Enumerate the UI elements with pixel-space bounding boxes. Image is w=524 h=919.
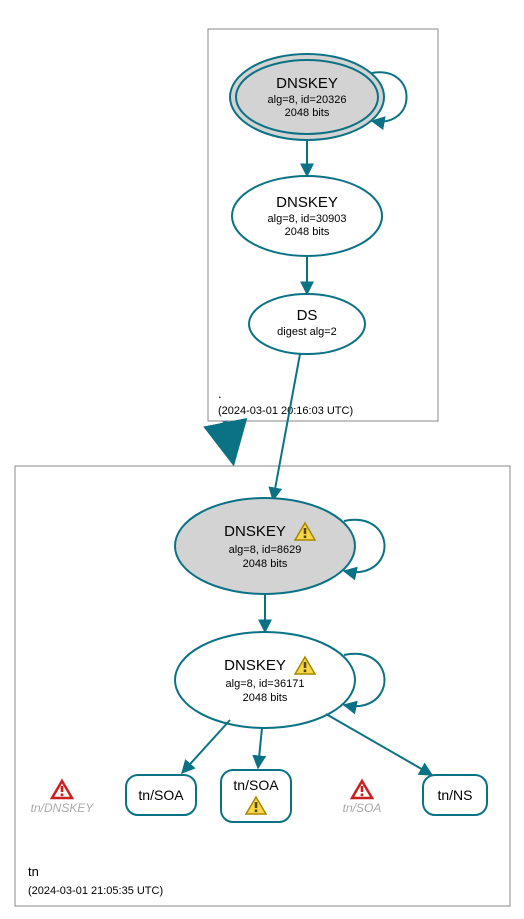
node-tn-soa-1: tn/SOA [126, 775, 196, 815]
node-root-ksk-line2: alg=8, id=20326 [268, 94, 347, 106]
node-root-ds-line2: digest alg=2 [277, 326, 337, 338]
warning-tn-soa: tn/SOA [343, 781, 382, 815]
node-root-ksk: DNSKEY alg=8, id=20326 2048 bits [230, 54, 384, 140]
node-tn-ns-title: tn/NS [437, 787, 472, 803]
warning-tn-soa-label: tn/SOA [343, 801, 382, 815]
node-tn-ksk-line3: 2048 bits [243, 558, 288, 570]
warning-icon [352, 781, 372, 798]
node-root-ksk-line3: 2048 bits [285, 107, 330, 119]
zone-tn-timestamp: (2024-03-01 21:05:35 UTC) [28, 885, 163, 897]
node-tn-soa-2: tn/SOA [221, 770, 291, 822]
edge-tn-zsk-to-soa1 [182, 720, 230, 773]
node-tn-zsk-title: DNSKEY [224, 657, 286, 674]
node-tn-ksk-title: DNSKEY [224, 523, 286, 540]
node-tn-zsk-line3: 2048 bits [243, 692, 288, 704]
node-tn-zsk-line2: alg=8, id=36171 [226, 678, 305, 690]
zone-tn-label: tn [28, 864, 39, 879]
warning-icon [52, 781, 72, 798]
node-root-ksk-title: DNSKEY [276, 75, 338, 92]
zone-root-label: . [218, 386, 222, 401]
node-root-zsk-title: DNSKEY [276, 194, 338, 211]
node-tn-ksk: DNSKEY alg=8, id=8629 2048 bits [175, 498, 355, 594]
edge-ds-to-tn-ksk [273, 354, 300, 500]
edge-tn-zsk-to-ns [326, 714, 432, 775]
zone-root-timestamp: (2024-03-01 20:16:03 UTC) [218, 405, 353, 417]
edge-zone-root-to-tn [225, 421, 233, 462]
node-tn-soa-1-title: tn/SOA [138, 787, 184, 803]
node-root-zsk-line2: alg=8, id=30903 [268, 213, 347, 225]
node-root-ds-title: DS [297, 307, 318, 324]
node-root-zsk: DNSKEY alg=8, id=30903 2048 bits [232, 176, 382, 256]
node-tn-ns: tn/NS [423, 775, 487, 815]
node-root-ds: DS digest alg=2 [249, 294, 365, 354]
warning-tn-dnskey: tn/DNSKEY [31, 781, 95, 815]
node-tn-soa-2-title: tn/SOA [233, 777, 279, 793]
node-tn-zsk: DNSKEY alg=8, id=36171 2048 bits [175, 632, 355, 728]
node-tn-ksk-line2: alg=8, id=8629 [229, 544, 302, 556]
warning-tn-dnskey-label: tn/DNSKEY [31, 801, 95, 815]
dnssec-diagram: . (2024-03-01 20:16:03 UTC) DNSKEY alg=8… [0, 0, 524, 919]
edge-tn-zsk-to-soa2 [258, 728, 262, 768]
node-root-zsk-line3: 2048 bits [285, 226, 330, 238]
